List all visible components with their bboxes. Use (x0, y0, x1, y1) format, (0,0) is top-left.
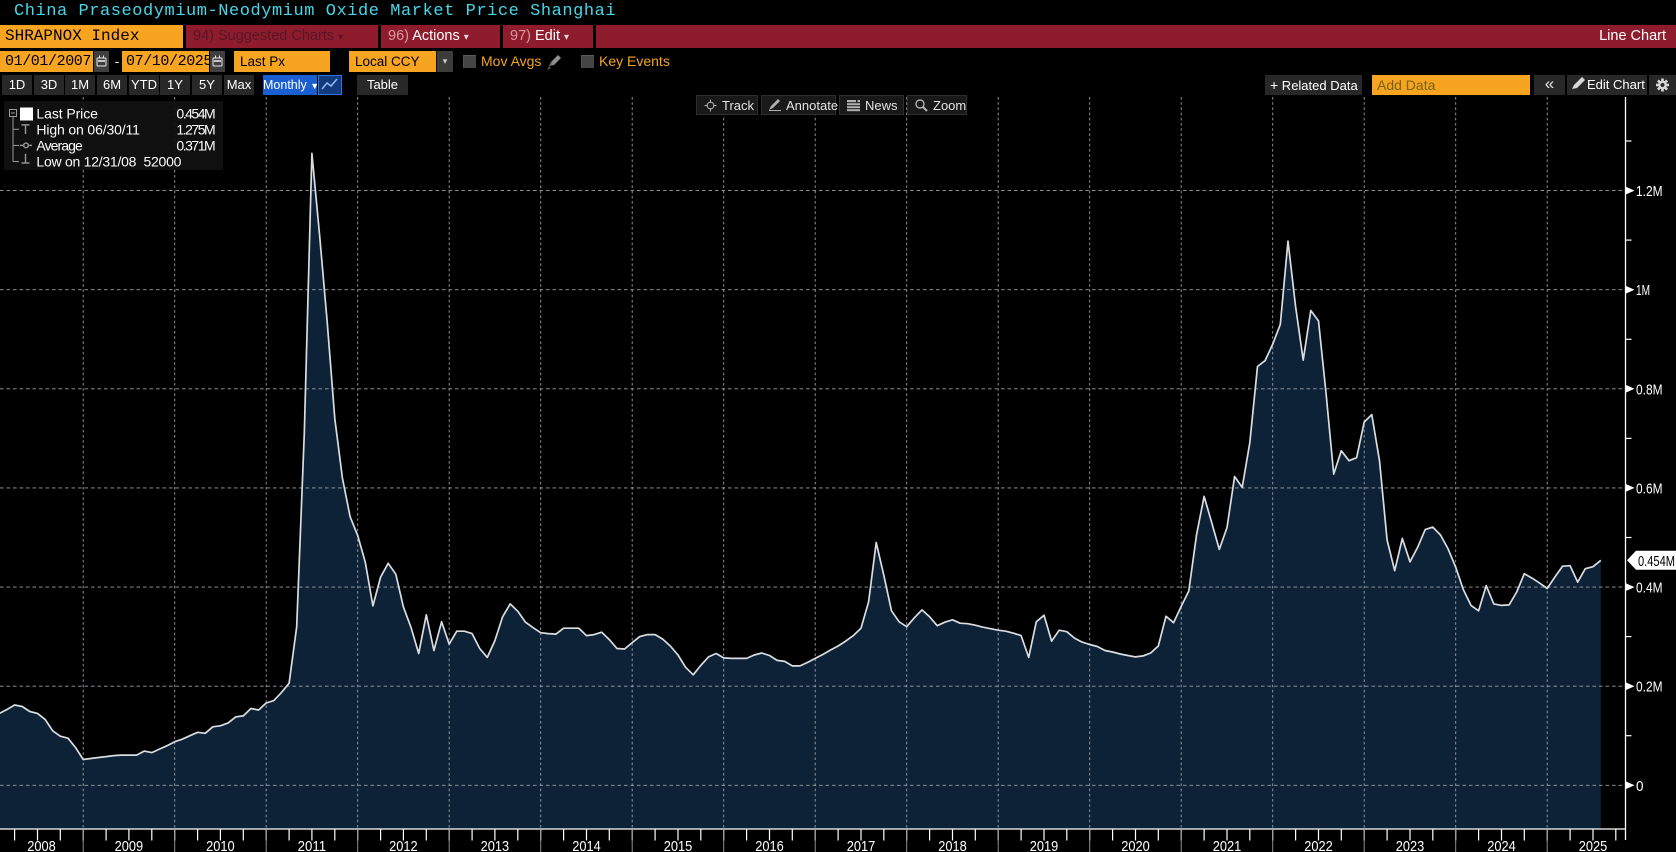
svg-text:0.6M: 0.6M (1636, 480, 1663, 497)
svg-text:0.371M: 0.371M (176, 138, 215, 154)
svg-text:2020: 2020 (1121, 838, 1150, 852)
svg-text:0: 0 (1636, 778, 1644, 795)
svg-text:2008: 2008 (27, 838, 56, 852)
svg-text:2018: 2018 (938, 838, 967, 852)
svg-text:Average: Average (36, 138, 83, 154)
svg-text:2015: 2015 (664, 838, 693, 852)
svg-text:2024: 2024 (1487, 838, 1516, 852)
svg-text:2009: 2009 (115, 838, 144, 852)
svg-text:2017: 2017 (847, 838, 876, 852)
svg-text:2025: 2025 (1579, 838, 1608, 852)
svg-text:1M: 1M (1636, 282, 1650, 299)
svg-text:0.8M: 0.8M (1636, 381, 1663, 398)
svg-text:2013: 2013 (481, 838, 510, 852)
svg-text:2022: 2022 (1304, 838, 1333, 852)
svg-text:Low on 12/31/08 52000: Low on 12/31/08 52000 (36, 154, 181, 170)
svg-text:2010: 2010 (206, 838, 235, 852)
svg-text:0.4M: 0.4M (1636, 580, 1663, 597)
svg-text:0.454M: 0.454M (1638, 554, 1675, 570)
svg-text:Last Price: Last Price (36, 106, 98, 122)
svg-text:2021: 2021 (1213, 838, 1242, 852)
svg-text:2019: 2019 (1030, 838, 1059, 852)
svg-text:2012: 2012 (389, 838, 418, 852)
svg-text:2014: 2014 (572, 838, 601, 852)
svg-text:High on 06/30/11: High on 06/30/11 (36, 122, 140, 138)
svg-text:2016: 2016 (755, 838, 784, 852)
svg-text:0.454M: 0.454M (176, 106, 215, 122)
svg-text:2023: 2023 (1396, 838, 1425, 852)
svg-text:1.275M: 1.275M (176, 122, 215, 138)
svg-text:2011: 2011 (298, 838, 327, 852)
svg-text:0.2M: 0.2M (1636, 679, 1663, 696)
svg-text:1.2M: 1.2M (1636, 183, 1663, 200)
